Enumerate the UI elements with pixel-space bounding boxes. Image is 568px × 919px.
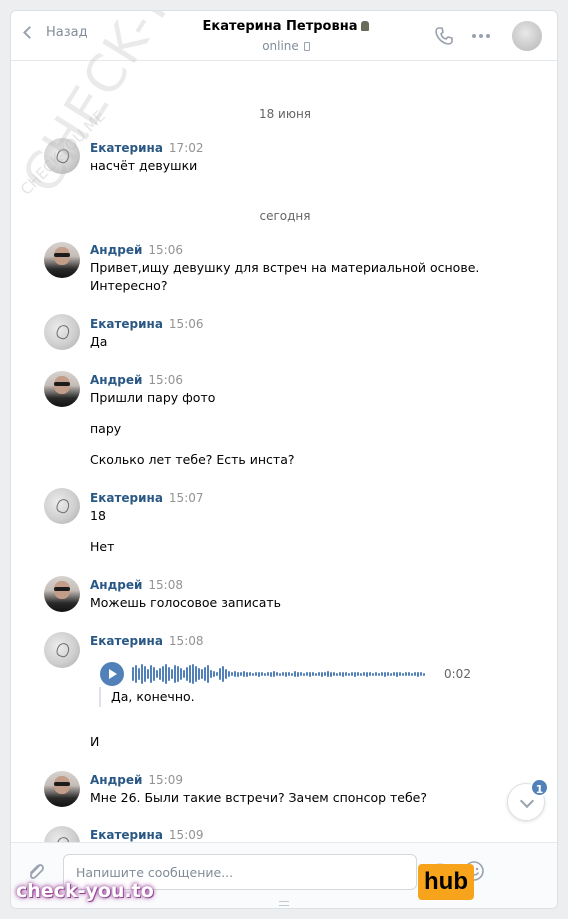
- message-time: 15:08: [148, 578, 183, 592]
- message-header: Андрей 15:06: [90, 373, 183, 387]
- message-header: Екатерина 15:07: [90, 491, 204, 505]
- chevron-left-icon: [23, 26, 36, 39]
- message-text: Нет: [90, 539, 115, 554]
- back-label: Назад: [46, 25, 88, 40]
- avatar[interactable]: [44, 771, 80, 807]
- mobile-icon: [303, 42, 310, 51]
- message-header: Андрей 15:09: [90, 773, 183, 787]
- avatar[interactable]: [44, 138, 80, 174]
- avatar[interactable]: [44, 576, 80, 612]
- site-watermark-logo: check-you.to: [16, 880, 154, 902]
- date-separator: 18 июня: [258, 107, 312, 121]
- message-author[interactable]: Екатерина: [90, 491, 163, 505]
- emoji-icon: [361, 21, 370, 31]
- message-text: пару: [90, 421, 122, 436]
- message-author[interactable]: Андрей: [90, 578, 142, 592]
- message-text: Да: [90, 334, 108, 349]
- message-author[interactable]: Екатерина: [90, 828, 163, 842]
- message-text: И: [90, 734, 100, 749]
- date-separator: сегодня: [259, 209, 311, 223]
- message-time: 15:09: [168, 828, 204, 842]
- message-text: Привет,ищу девушку для встреч на материа…: [90, 260, 480, 275]
- message-time: 15:06: [148, 243, 183, 257]
- avatar[interactable]: [44, 242, 80, 278]
- message-author[interactable]: Екатерина: [90, 634, 163, 648]
- contact-status-row: online: [161, 39, 411, 53]
- hub-logo-text: hub: [418, 864, 474, 900]
- contact-name-row: Екатерина Петровна: [161, 19, 411, 34]
- message-text: Пришли пару фото: [90, 390, 216, 405]
- contact-status: online: [262, 39, 299, 53]
- message-author[interactable]: Андрей: [90, 373, 142, 387]
- message-header: Андрей 15:08: [90, 578, 183, 592]
- message-time: 17:02: [168, 141, 204, 155]
- resize-handle[interactable]: [279, 901, 289, 906]
- play-icon[interactable]: [100, 662, 124, 686]
- voice-duration: 0:02: [444, 667, 471, 681]
- message-text: Интересно?: [90, 278, 168, 293]
- message-time: 15:07: [168, 491, 204, 505]
- unread-count-badge: 1: [530, 778, 549, 797]
- message-text: Можешь голосовое записать: [90, 595, 281, 610]
- message-header: Екатерина 15:09: [90, 828, 204, 842]
- message-text: Сколько лет тебе? Есть инста?: [90, 452, 295, 467]
- avatar[interactable]: [44, 488, 80, 524]
- header-avatar[interactable]: [512, 21, 542, 51]
- message-header: Екатерина 15:06: [90, 317, 204, 331]
- avatar[interactable]: [44, 632, 80, 668]
- message-text: насчёт девушки: [90, 158, 198, 173]
- back-button[interactable]: Назад: [21, 25, 88, 40]
- message-time: 15:06: [148, 373, 183, 387]
- message-time: 15:09: [148, 773, 183, 787]
- message-author[interactable]: Екатерина: [90, 141, 163, 155]
- message-text: 18: [90, 508, 106, 523]
- voice-transcript: Да, конечно.: [99, 687, 195, 707]
- message-author[interactable]: Андрей: [90, 243, 142, 257]
- phone-icon[interactable]: [434, 26, 454, 46]
- message-text: Мне 26. Были такие встречи? Зачем спонсо…: [90, 790, 427, 805]
- message-feed[interactable]: 18 июня Екатерина 17:02 насчёт девушки се…: [11, 11, 557, 862]
- chat-title[interactable]: Екатерина Петровна online: [161, 19, 411, 53]
- message-header: Екатерина 15:08: [90, 634, 204, 648]
- chat-header: Назад Екатерина Петровна online: [11, 11, 557, 61]
- waveform[interactable]: [132, 663, 428, 685]
- contact-name: Екатерина Петровна: [202, 19, 358, 34]
- message-time: 15:08: [168, 634, 204, 648]
- hub-watermark-logo: hub: [418, 864, 474, 900]
- message-input-placeholder: Напишите сообщение...: [76, 865, 234, 880]
- chat-window: Назад Екатерина Петровна online 18 июня …: [10, 10, 558, 909]
- voice-message: 0:02: [100, 662, 471, 686]
- message-author[interactable]: Екатерина: [90, 317, 163, 331]
- message-time: 15:06: [168, 317, 204, 331]
- message-author[interactable]: Андрей: [90, 773, 142, 787]
- avatar[interactable]: [44, 314, 80, 350]
- avatar[interactable]: [44, 371, 80, 407]
- message-header: Андрей 15:06: [90, 243, 183, 257]
- message-header: Екатерина 17:02: [90, 141, 204, 155]
- more-icon[interactable]: [472, 34, 490, 38]
